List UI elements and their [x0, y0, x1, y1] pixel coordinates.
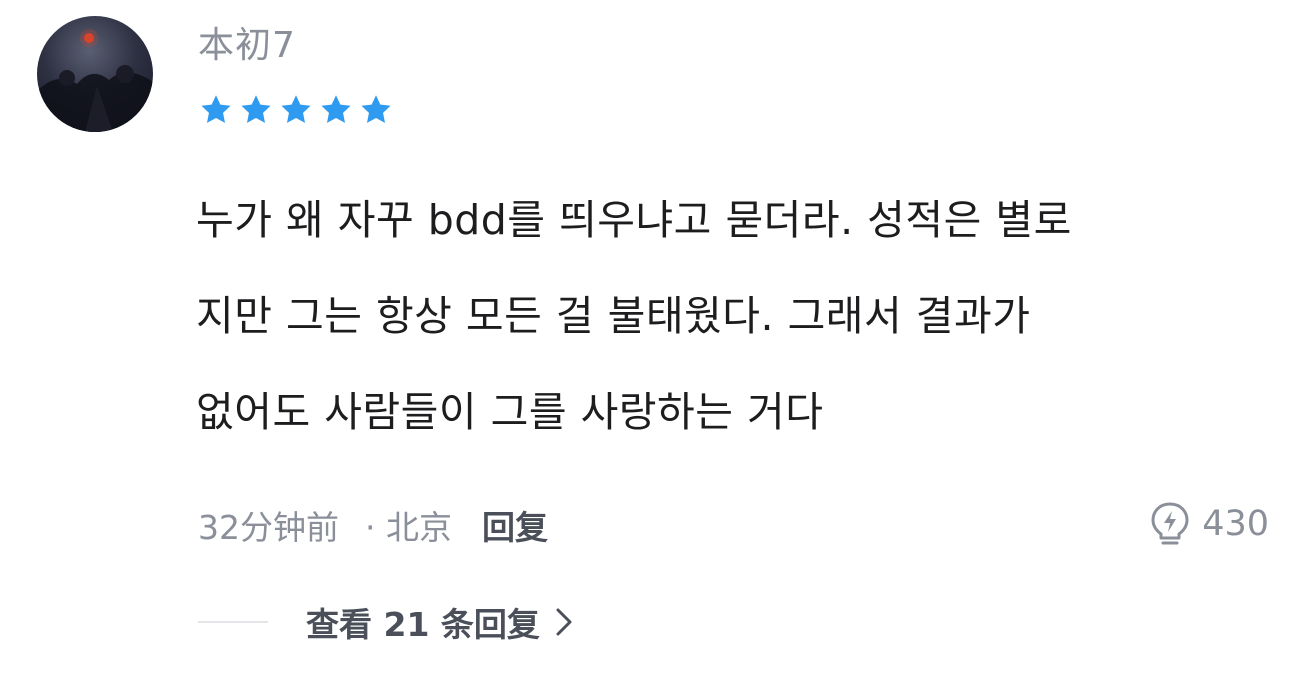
view-replies-button[interactable]: 查看 21 条回复	[306, 598, 574, 646]
username[interactable]: 本初7	[198, 22, 296, 70]
comment-body-line: 누가 왜 자꾸 bdd를 띄우냐고 묻더라. 성적은 별로	[196, 196, 1072, 244]
comment-meta: 32分钟前 · 北京 回复	[198, 500, 548, 550]
star-icon	[318, 92, 354, 128]
like-button[interactable]: 430	[1148, 498, 1269, 550]
user-avatar-image	[37, 29, 153, 132]
lightbulb-icon	[1148, 500, 1192, 548]
star-icon	[238, 92, 274, 128]
like-count: 430	[1202, 504, 1269, 544]
star-rating	[198, 92, 394, 128]
star-icon	[198, 92, 234, 128]
comment-body-line: 지만 그는 항상 모든 걸 불태웠다. 그래서 결과가	[196, 292, 1031, 340]
replies-row: 查看 21 条回复	[198, 596, 574, 648]
timestamp: 32分钟前	[198, 508, 339, 547]
location: · 北京	[365, 508, 452, 547]
chevron-right-icon	[554, 605, 574, 639]
avatar[interactable]	[37, 16, 153, 132]
divider	[198, 621, 268, 623]
comment-body-line: 없어도 사람들이 그를 사랑하는 거다	[196, 388, 824, 436]
comment-item: 本初7 누가 왜 자꾸 bdd를 띄우냐고 묻더라. 성적은 별로 지만 그는 …	[0, 0, 1307, 689]
star-icon	[278, 92, 314, 128]
view-replies-label: 查看 21 条回复	[306, 605, 540, 644]
comment-body: 누가 왜 자꾸 bdd를 띄우냐고 묻더라. 성적은 별로 지만 그는 항상 모…	[196, 172, 1276, 460]
star-icon	[358, 92, 394, 128]
reply-button[interactable]: 回复	[482, 501, 548, 549]
